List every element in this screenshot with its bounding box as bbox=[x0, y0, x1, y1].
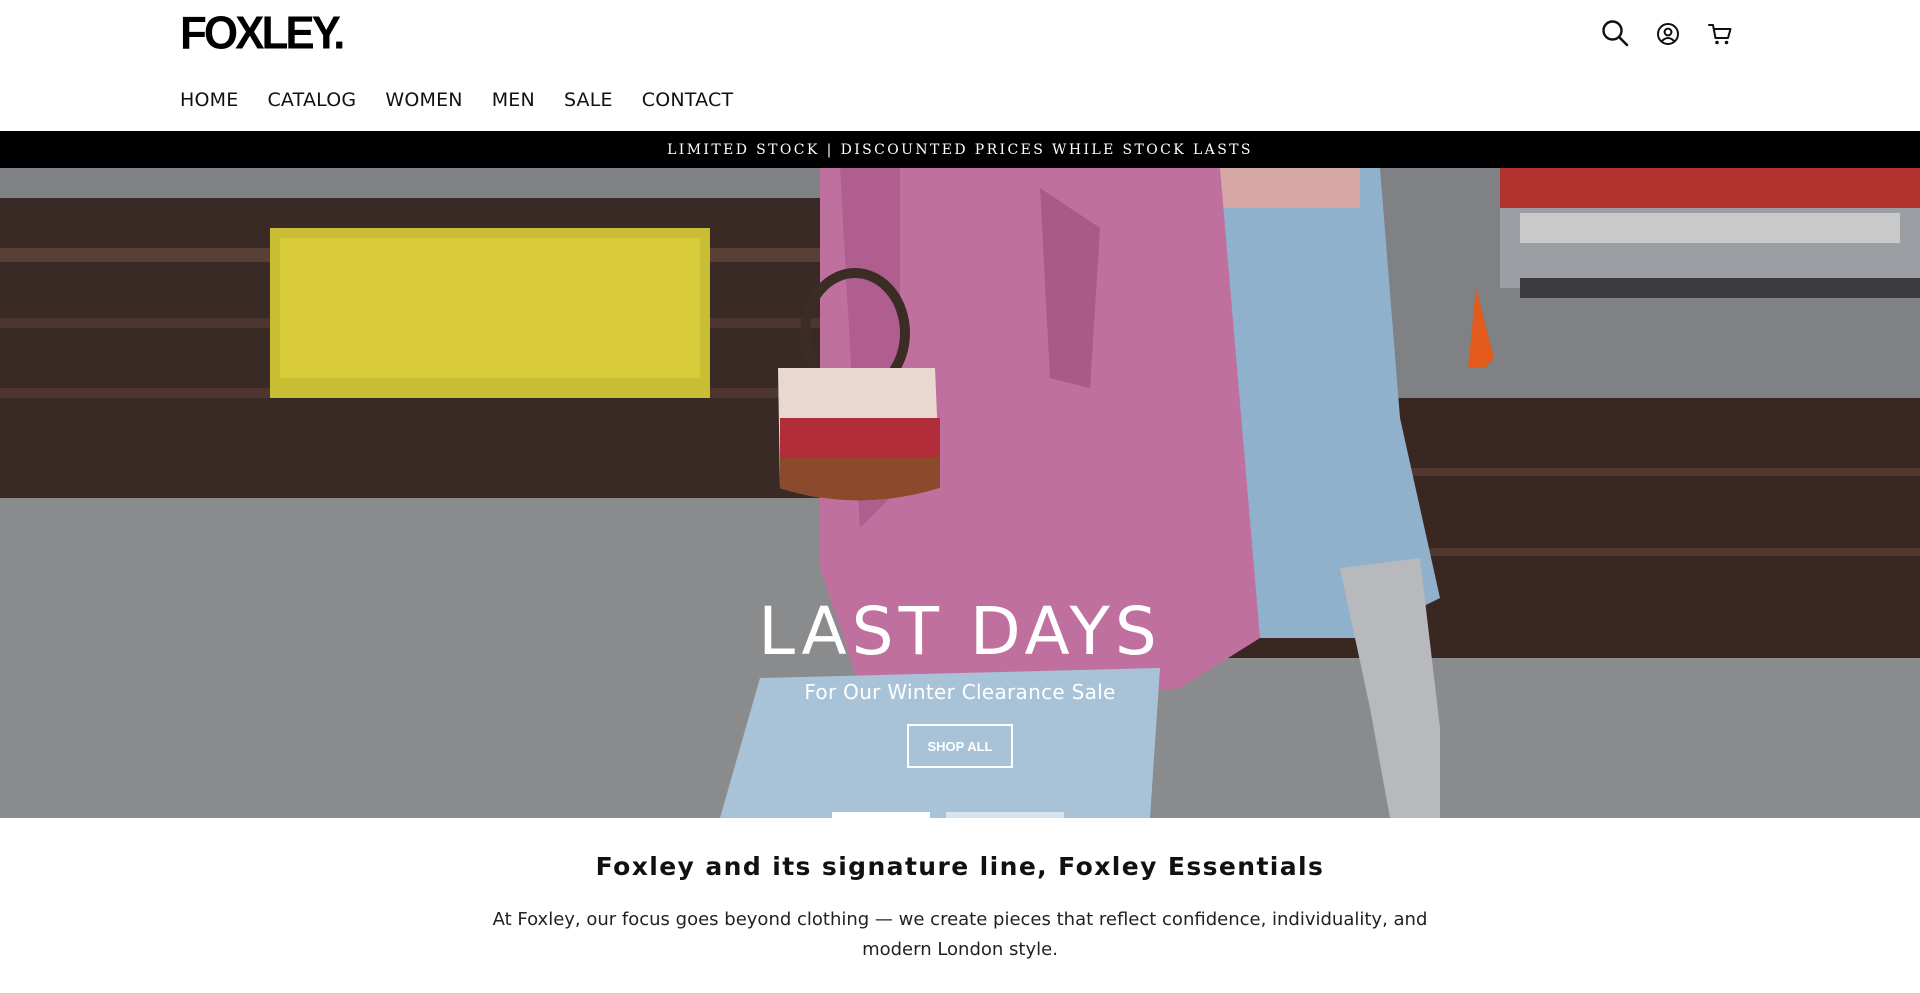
shop-all-button[interactable]: SHOP ALL bbox=[907, 724, 1013, 768]
hero-title: LAST DAYS bbox=[758, 593, 1162, 670]
hero-subtitle: For Our Winter Clearance Sale bbox=[804, 680, 1116, 704]
nav-item-home[interactable]: HOME bbox=[180, 86, 238, 114]
intro-paragraph: At Foxley, our focus goes beyond clothin… bbox=[492, 909, 1428, 960]
announcement-bar: LIMITED STOCK | DISCOUNTED PRICES WHILE … bbox=[0, 131, 1920, 168]
account-icon[interactable] bbox=[1651, 17, 1685, 51]
cart-icon[interactable] bbox=[1703, 17, 1737, 51]
intro-title: Foxley and its signature line, Foxley Es… bbox=[595, 852, 1325, 881]
slide-dot-1[interactable] bbox=[832, 812, 930, 818]
site-header: FOXLEY. HOME CATALOG WOMEN MEN SALE CONT… bbox=[0, 0, 1920, 131]
nav-item-contact[interactable]: CONTACT bbox=[642, 86, 734, 114]
main-nav: HOME CATALOG WOMEN MEN SALE CONTACT bbox=[180, 86, 762, 114]
announcement-text: LIMITED STOCK | DISCOUNTED PRICES WHILE … bbox=[667, 141, 1253, 158]
slide-dot-2[interactable] bbox=[946, 812, 1064, 818]
slideshow-pagination bbox=[832, 812, 1064, 818]
search-icon[interactable] bbox=[1598, 16, 1632, 50]
hero-image bbox=[0, 168, 1920, 818]
nav-item-men[interactable]: MEN bbox=[492, 86, 535, 114]
logo[interactable]: FOXLEY. bbox=[180, 8, 345, 59]
hero-slideshow: LAST DAYS For Our Winter Clearance Sale … bbox=[0, 168, 1920, 818]
nav-item-women[interactable]: WOMEN bbox=[385, 86, 462, 114]
nav-item-catalog[interactable]: CATALOG bbox=[267, 86, 356, 114]
nav-item-sale[interactable]: SALE bbox=[564, 86, 613, 114]
